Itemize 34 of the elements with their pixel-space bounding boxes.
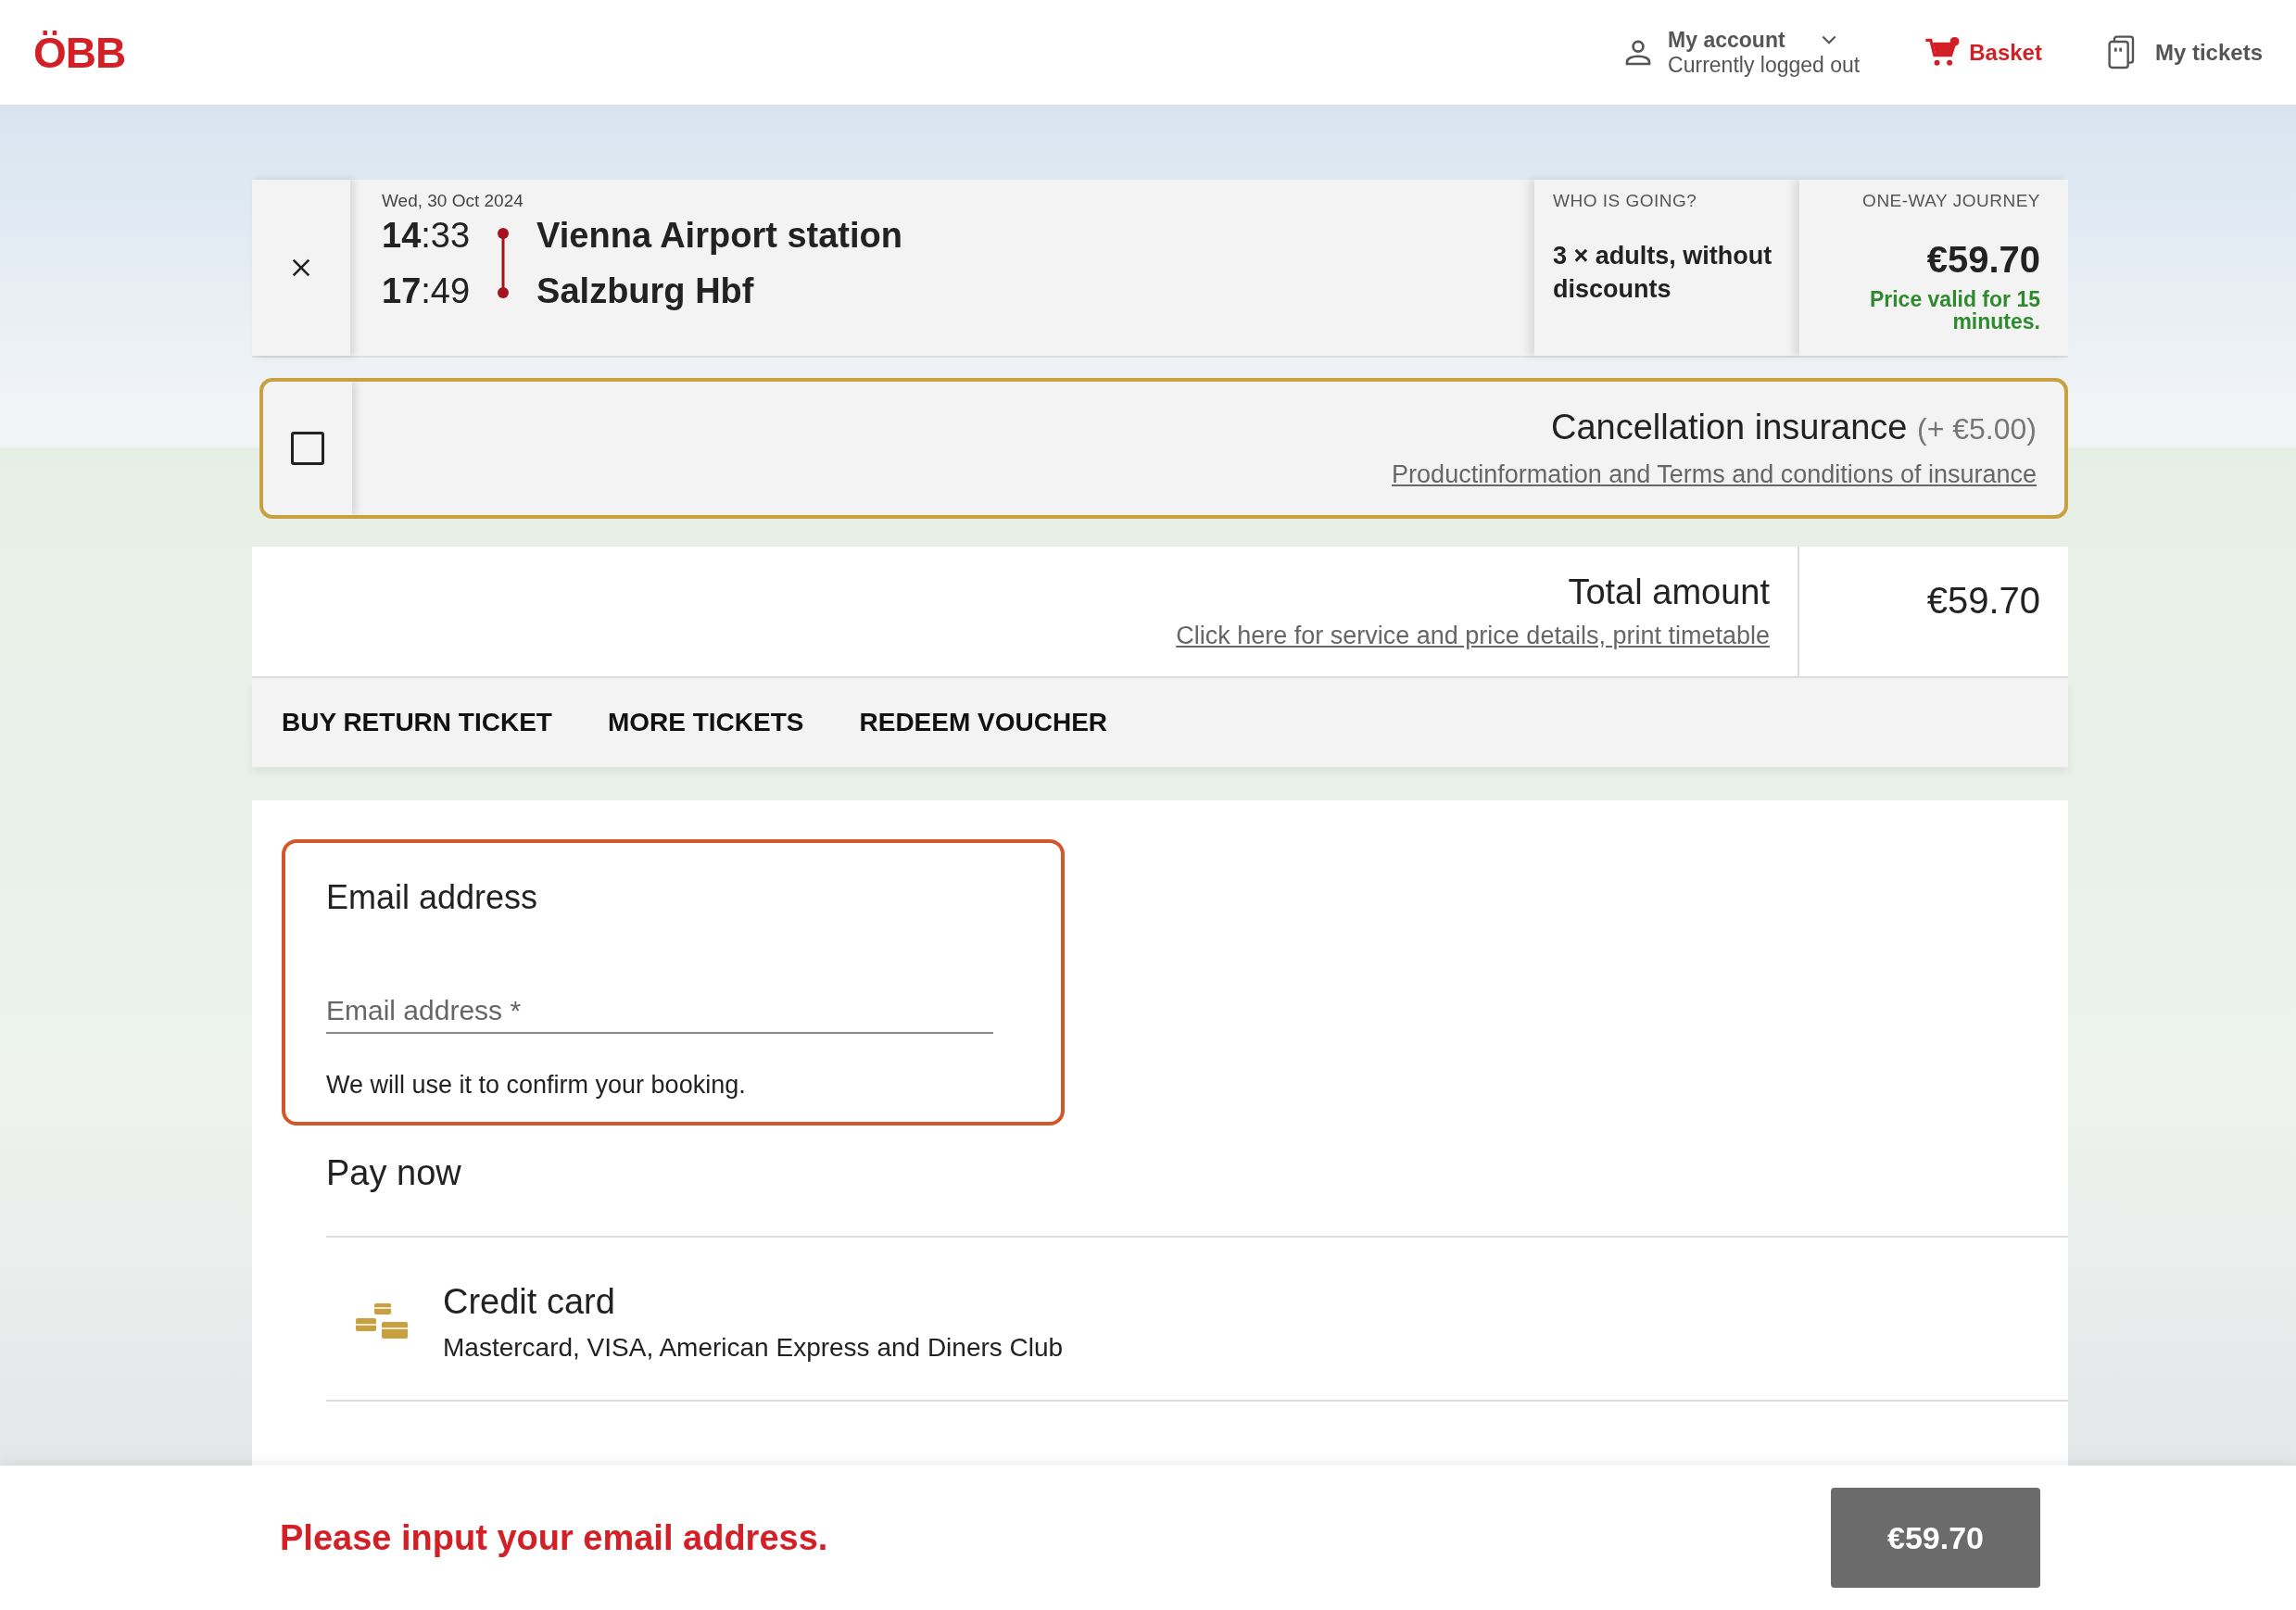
payment-heading: Pay now — [326, 1153, 462, 1193]
close-icon — [292, 258, 310, 277]
station-name: Vienna Airport station — [536, 215, 902, 257]
payment-method[interactable]: Credit card Mastercard, VISA, American Express and Diners Club — [326, 1238, 2068, 1402]
travellers-heading: WHO IS GOING? — [1553, 191, 1698, 211]
ticket-icon — [2106, 34, 2137, 70]
email-heading: Email address — [326, 878, 539, 917]
insurance-checkbox[interactable] — [291, 432, 324, 465]
stop-time: 14:33 — [382, 215, 471, 257]
travel-date: Wed, 30 Oct 2024 — [382, 191, 524, 211]
price-details-link[interactable]: Click here for service and price details, print timetable — [1176, 622, 1770, 650]
station-name: Salzburg Hbf — [536, 270, 755, 312]
route-line-icon — [496, 226, 511, 300]
pay-button[interactable]: €59.70 — [1831, 1488, 2040, 1588]
basket-link[interactable]: Basket — [1924, 35, 2042, 69]
logo[interactable]: ÖBB — [33, 27, 126, 78]
tickets-link[interactable]: My tickets — [2106, 34, 2263, 70]
journey-type-heading: ONE-WAY JOURNEY — [1862, 191, 2040, 211]
stop-time: 17:49 — [382, 270, 471, 312]
account-menu[interactable]: My account — [1668, 27, 1785, 53]
total-label: Total amount — [1568, 572, 1770, 612]
error-message: Please input your email address. — [280, 1517, 828, 1558]
payment-method-description: Mastercard, VISA, American Express and Diners Club — [443, 1333, 1064, 1363]
insurance-terms-link[interactable]: Productinformation and Terms and conditions of insurance — [1392, 460, 2037, 489]
email-field[interactable]: Email address * — [326, 989, 993, 1034]
total-amount: €59.70 — [1925, 579, 2041, 623]
price-validity-note: Price valid for 15 minutes. — [1868, 288, 2040, 333]
email-hint: We will use it to confirm your booking. — [326, 1071, 747, 1100]
travellers-text: 3 × adults, without discounts — [1553, 241, 1773, 305]
ticket-price: €59.70 — [1926, 239, 2040, 281]
insurance-title: Cancellation insurance (+ €5.00) — [1551, 408, 2037, 447]
chevron-down-icon[interactable] — [1821, 34, 1836, 45]
payment-method-name: Credit card — [443, 1282, 616, 1322]
account-status: Currently logged out — [1668, 52, 1861, 78]
